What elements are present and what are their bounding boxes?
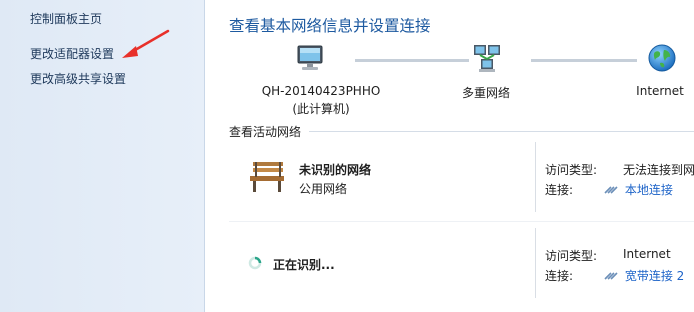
network-1-connection-label: 连接: [545, 183, 574, 197]
section-divider [309, 131, 694, 132]
bench-icon [247, 160, 287, 197]
network-2-access-label: 访问类型: [545, 249, 598, 263]
page-title: 查看基本网络信息并设置连接 [229, 17, 431, 35]
map-connector-line [355, 59, 469, 62]
active-networks-heading: 查看活动网络 [229, 125, 302, 139]
broadband-icon [604, 272, 618, 280]
network-label: 多重网络 [461, 86, 510, 100]
sidebar-item-change-adapter-settings[interactable]: 更改适配器设置 [30, 45, 114, 62]
network-icon[interactable] [471, 43, 503, 78]
computer-icon[interactable] [295, 43, 325, 76]
network-2-connection-label: 连接: [545, 269, 574, 283]
internet-label: Internet [636, 84, 684, 98]
network-1-connection-link[interactable]: 本地连接 [603, 181, 673, 198]
computer-subtitle: (此计算机) [292, 102, 350, 116]
network-1-access-value: 无法连接到网 [623, 163, 694, 177]
globe-icon[interactable] [647, 43, 677, 76]
spinner-icon [248, 256, 262, 273]
network-1-type[interactable]: 公用网络 [299, 180, 347, 197]
vertical-separator [535, 228, 536, 298]
ethernet-icon [604, 186, 618, 194]
network-1-name[interactable]: 未识别的网络 [299, 161, 371, 178]
network-2-connection-link[interactable]: 宽带连接 2 [603, 267, 684, 284]
network-1-access-label: 访问类型: [545, 163, 598, 177]
sidebar-item-change-advanced-sharing[interactable]: 更改高级共享设置 [30, 70, 126, 87]
network-2-name[interactable]: 正在识别... [273, 256, 335, 273]
main-panel: 查看基本网络信息并设置连接 QH-20140423PHHO (此计算机) 多重网… [205, 0, 694, 312]
sidebar: 控制面板主页 更改适配器设置 更改高级共享设置 [0, 0, 205, 312]
sidebar-item-control-panel-home[interactable]: 控制面板主页 [30, 10, 102, 27]
network-2-access-value: Internet [623, 247, 671, 261]
vertical-separator [535, 142, 536, 212]
computer-name: QH-20140423PHHO [261, 84, 381, 98]
map-connector-line [531, 59, 637, 62]
annotation-arrow-icon [122, 29, 170, 58]
row-divider [229, 221, 694, 222]
